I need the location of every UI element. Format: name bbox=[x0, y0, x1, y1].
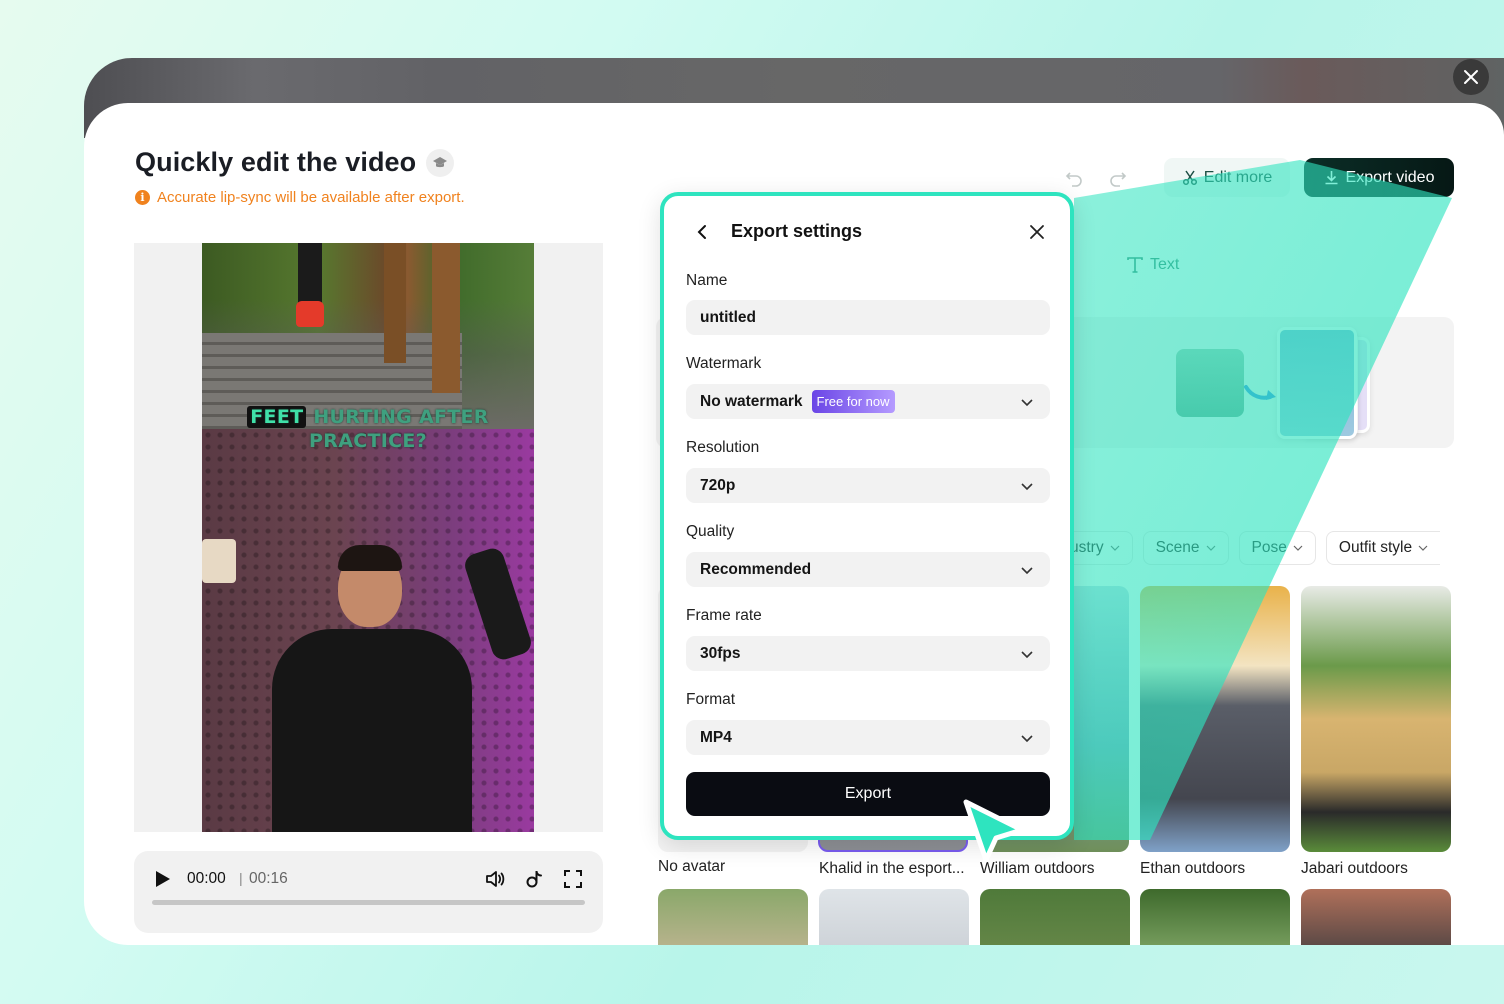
chevron-down-icon bbox=[1418, 545, 1428, 551]
name-input-value: untitled bbox=[700, 308, 756, 326]
back-chevron-icon[interactable] bbox=[694, 223, 712, 241]
avatar-card[interactable] bbox=[1140, 889, 1290, 945]
quality-value: Recommended bbox=[700, 560, 812, 578]
generated-avatar-1 bbox=[1277, 327, 1357, 439]
frame-rate-value: 30fps bbox=[700, 644, 741, 662]
watermark-value: No watermark bbox=[700, 392, 803, 410]
chevron-down-icon bbox=[1021, 399, 1033, 407]
filter-scene-label: Scene bbox=[1155, 539, 1200, 556]
format-select[interactable]: MP4 bbox=[686, 720, 1050, 755]
arrow-right-icon bbox=[1244, 385, 1276, 400]
chevron-down-icon bbox=[1110, 545, 1120, 551]
avatar-card[interactable] bbox=[819, 889, 969, 945]
text-tool-label: Text bbox=[1150, 256, 1180, 273]
close-icon bbox=[1464, 70, 1478, 84]
download-icon bbox=[1325, 171, 1338, 185]
filter-scene[interactable]: Scene bbox=[1142, 531, 1229, 565]
resolution-value: 720p bbox=[700, 476, 736, 494]
name-input[interactable]: untitled bbox=[686, 300, 1050, 335]
scissors-icon bbox=[1182, 170, 1197, 185]
avatar-card-ethan[interactable] bbox=[1140, 586, 1290, 852]
text-tool-button[interactable]: Text bbox=[1126, 256, 1179, 274]
source-avatar-thumbnail bbox=[1176, 349, 1244, 417]
avatar-name: William outdoors bbox=[980, 860, 1095, 877]
chevron-down-icon bbox=[1021, 567, 1033, 575]
edit-more-button[interactable]: Edit more bbox=[1164, 158, 1290, 197]
watermark-label: Watermark bbox=[686, 355, 762, 372]
avatar-card[interactable] bbox=[658, 889, 808, 945]
filter-outfit-style[interactable]: Outfit style bbox=[1325, 531, 1441, 565]
avatar-filters: ustry Scene Pose Outfit style bbox=[1066, 531, 1441, 565]
edit-more-label: Edit more bbox=[1203, 168, 1273, 186]
free-for-now-badge: Free for now bbox=[811, 390, 895, 413]
avatar-name: No avatar bbox=[658, 858, 726, 875]
export-settings-title: Export settings bbox=[731, 221, 863, 241]
avatar-name: Jabari outdoors bbox=[1301, 860, 1408, 877]
filter-pose[interactable]: Pose bbox=[1238, 531, 1316, 565]
quality-select[interactable]: Recommended bbox=[686, 552, 1050, 587]
export-button[interactable]: Export bbox=[686, 772, 1050, 816]
resolution-label: Resolution bbox=[686, 439, 760, 456]
chevron-down-icon bbox=[1021, 735, 1033, 743]
filter-pose-label: Pose bbox=[1251, 539, 1287, 556]
chevron-down-icon bbox=[1021, 483, 1033, 491]
filter-industry-label: ustry bbox=[1070, 539, 1104, 556]
export-video-label: Export video bbox=[1345, 168, 1435, 186]
redo-icon[interactable] bbox=[1108, 169, 1128, 189]
avatar-name: Khalid in the esport... bbox=[819, 860, 965, 877]
filter-outfit-style-label: Outfit style bbox=[1338, 539, 1413, 556]
watermark-select[interactable]: No watermark Free for now bbox=[686, 384, 1050, 419]
avatar-card-jabari[interactable] bbox=[1301, 586, 1451, 852]
avatar-card[interactable] bbox=[980, 889, 1130, 945]
avatar-card[interactable] bbox=[1301, 889, 1451, 945]
chevron-down-icon bbox=[1293, 545, 1303, 551]
name-label: Name bbox=[686, 272, 728, 289]
close-button[interactable] bbox=[1453, 59, 1489, 95]
avatar-name: Ethan outdoors bbox=[1140, 860, 1246, 877]
quality-label: Quality bbox=[686, 523, 735, 540]
close-icon[interactable] bbox=[1028, 223, 1046, 241]
format-label: Format bbox=[686, 691, 736, 708]
export-video-button[interactable]: Export video bbox=[1304, 158, 1454, 197]
chevron-down-icon bbox=[1021, 651, 1033, 659]
export-settings-panel: Export settings Name untitled Watermark … bbox=[660, 192, 1074, 840]
chevron-down-icon bbox=[1206, 545, 1215, 551]
resolution-select[interactable]: 720p bbox=[686, 468, 1050, 503]
frame-rate-select[interactable]: 30fps bbox=[686, 636, 1050, 671]
filter-industry[interactable]: ustry bbox=[1066, 531, 1133, 565]
format-value: MP4 bbox=[700, 728, 732, 746]
undo-icon[interactable] bbox=[1064, 169, 1084, 189]
frame-rate-label: Frame rate bbox=[686, 607, 762, 624]
text-icon bbox=[1127, 257, 1143, 273]
